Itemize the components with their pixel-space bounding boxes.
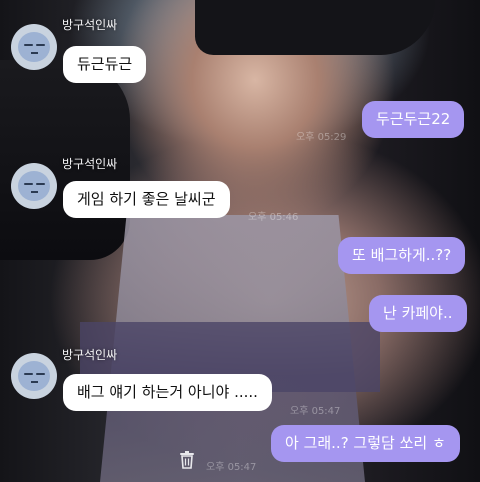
background-photo-hat [195, 0, 435, 55]
outgoing-message-bubble[interactable]: 난 카페야.. [369, 295, 467, 332]
message-timestamp: 오후 05:46 [248, 212, 299, 223]
sender-avatar-icon[interactable] [11, 24, 57, 70]
sender-avatar-icon[interactable] [11, 163, 57, 209]
outgoing-message-bubble[interactable]: 또 배그하게..?? [338, 237, 466, 274]
sender-name: 방구석인싸 [62, 18, 118, 32]
incoming-message-bubble[interactable]: 배그 얘기 하는거 아니야 ..... [63, 374, 272, 411]
incoming-message-bubble[interactable]: 게임 하기 좋은 날씨군 [63, 181, 230, 218]
sender-avatar-icon[interactable] [11, 353, 57, 399]
outgoing-message-bubble[interactable]: 두근두근22 [362, 101, 465, 138]
message-timestamp: 오후 05:47 [290, 406, 341, 417]
sender-name: 방구석인싸 [62, 157, 118, 171]
outgoing-message-bubble[interactable]: 아 그래..? 그렇담 쏘리 ㅎ [271, 425, 460, 462]
message-timestamp: 오후 05:29 [296, 132, 347, 143]
incoming-message-bubble[interactable]: 듀근듀근 [63, 46, 147, 83]
message-timestamp: 오후 05:47 [206, 462, 257, 473]
trash-icon[interactable] [179, 451, 195, 469]
sender-name: 방구석인싸 [62, 348, 118, 362]
